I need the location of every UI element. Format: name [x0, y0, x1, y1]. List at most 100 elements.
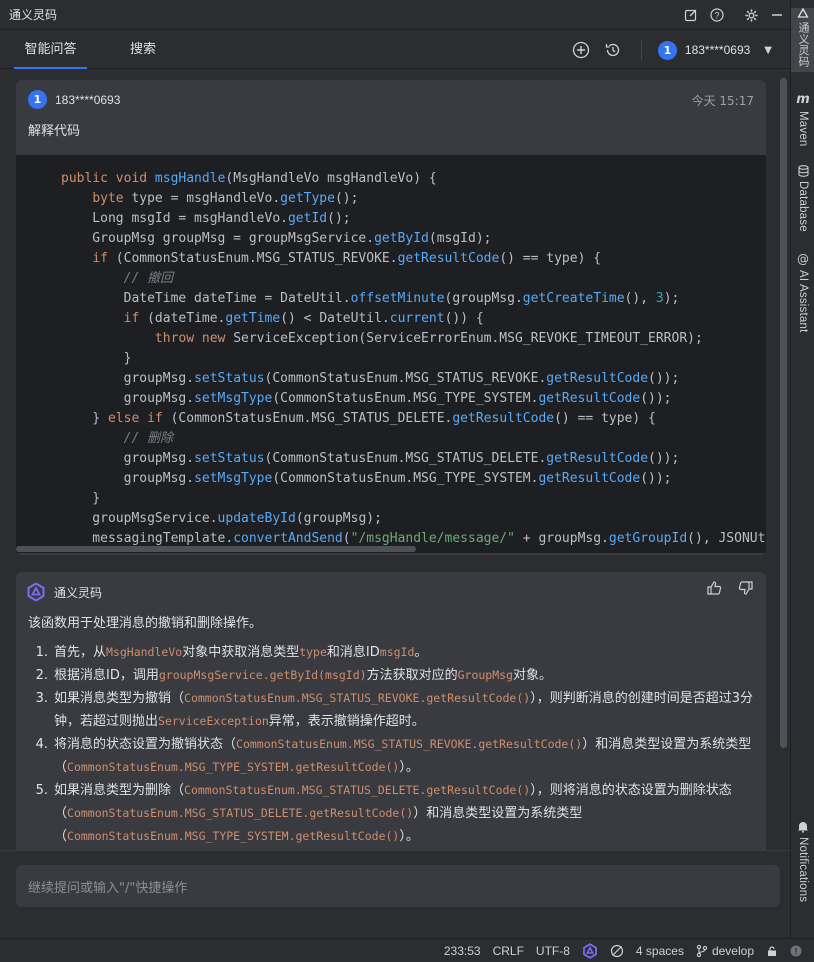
code-horizontal-scrollbar[interactable]: [16, 545, 766, 553]
inline-code: CommonStatusEnum.MSG_STATUS_DELETE.getRe…: [67, 806, 414, 820]
answer-text: 。: [414, 645, 428, 660]
chat-content[interactable]: 1 183****0693 今天 15:17 解释代码 public void …: [0, 70, 790, 850]
inline-code: CommonStatusEnum.MSG_STATUS_DELETE.getRe…: [184, 783, 531, 797]
sidebar-item-notifications[interactable]: Notifications: [791, 820, 814, 902]
sidebar-label: AI Assistant: [797, 270, 809, 333]
ai-name: 通义灵码: [54, 585, 103, 600]
inline-code: CommonStatusEnum.MSG_STATUS_REVOKE.getRe…: [184, 691, 531, 705]
svg-text:!: !: [795, 946, 798, 956]
ai-answer-item: 4. 将消息的状态设置为撤销状态（CommonStatusEnum.MSG_STA…: [36, 733, 756, 779]
sidebar-label: Notifications: [797, 837, 809, 903]
indent-setting[interactable]: 4 spaces: [636, 944, 684, 958]
ai-answer: 该函数用于处理消息的撤销和删除操作。 1. 首先，从MsgHandleVo对象中获…: [28, 612, 756, 850]
answer-text: 和消息ID: [326, 645, 380, 660]
thumbs-up-icon[interactable]: [706, 580, 722, 600]
answer-text: 方法获取对应的: [366, 668, 458, 683]
inline-code: msgId: [379, 645, 415, 659]
thumbs-down-icon[interactable]: [738, 580, 754, 600]
ai-answer-item: 1. 首先，从MsgHandleVo对象中获取消息类型type和消息IDmsgId…: [36, 641, 756, 664]
answer-text: 异常，表示撤销操作超时。: [268, 714, 425, 729]
git-branch-icon: [696, 944, 708, 957]
inline-code: CommonStatusEnum.MSG_TYPE_SYSTEM.getResu…: [67, 829, 400, 843]
answer-text: 对象。: [512, 668, 552, 683]
message-user-id: 183****0693: [55, 92, 121, 107]
window-title: 通义灵码: [9, 8, 58, 22]
user-message-card: 1 183****0693 今天 15:17 解释代码 public void …: [16, 80, 766, 555]
list-number: 1.: [35, 645, 48, 660]
inline-code: GroupMsg: [457, 668, 513, 682]
code-block[interactable]: public void msgHandle(MsgHandleVo msgHan…: [16, 155, 766, 553]
sidebar-item-ai-assistant[interactable]: @ AI Assistant: [791, 252, 814, 332]
inline-code: CommonStatusEnum.MSG_TYPE_SYSTEM.getResu…: [67, 760, 400, 774]
gear-icon[interactable]: [738, 0, 764, 30]
answer-text: 将消息的状态设置为撤销状态（: [54, 737, 237, 752]
chevron-down-icon[interactable]: ▼: [764, 45, 772, 56]
help-icon[interactable]: ?: [704, 0, 730, 30]
input-area: 继续提问或输入"/"快捷操作: [0, 850, 790, 918]
ai-answer-item: 5. 如果消息类型为删除（CommonStatusEnum.MSG_STATUS_…: [36, 779, 756, 848]
cursor-position[interactable]: 233:53: [444, 944, 481, 958]
git-branch-name: develop: [711, 943, 754, 958]
git-branch[interactable]: develop: [696, 944, 754, 958]
chat-input[interactable]: 继续提问或输入"/"快捷操作: [16, 865, 780, 907]
file-encoding[interactable]: UTF-8: [536, 944, 570, 958]
inline-code: MsgHandleVo: [106, 645, 183, 659]
minimize-icon[interactable]: [764, 0, 790, 30]
sidebar-label: Database: [797, 181, 809, 232]
list-number: 4.: [35, 737, 48, 752]
answer-text: ）。: [399, 829, 419, 844]
ai-intro: 该函数用于处理消息的撤销和删除操作。: [28, 616, 263, 631]
user-avatar: 1: [28, 90, 47, 109]
sidebar-item-database[interactable]: Database: [791, 165, 814, 232]
list-number: 5.: [35, 783, 48, 798]
title-bar: 通义灵码 ?: [0, 0, 790, 30]
sidebar-label: 通义灵码: [797, 22, 809, 67]
database-icon: [797, 165, 809, 177]
ai-answer-item: 3. 如果消息类型为撤销（CommonStatusEnum.MSG_STATUS_…: [36, 687, 756, 733]
ai-message-card: 通义灵码 该函数用于处理消息的撤销和删除操作。 1. 首先，从MsgHandleV…: [16, 572, 766, 850]
answer-text: 首先，从: [54, 645, 107, 660]
answer-text: 根据消息ID，调用: [54, 668, 159, 683]
status-bar: 233:53 CRLF UTF-8 4 spaces develop !: [0, 938, 814, 962]
answer-text: ）。: [399, 760, 419, 775]
ai-answer-item: 2. 根据消息ID，调用groupMsgService.getById(msgId…: [36, 664, 756, 687]
no-inspection-icon[interactable]: [610, 944, 624, 958]
list-number: 2.: [35, 668, 48, 683]
list-number: 3.: [35, 691, 48, 706]
user-avatar[interactable]: 1: [657, 40, 677, 60]
answer-text: 如果消息类型为删除（: [54, 783, 185, 798]
inline-code: ServiceException: [158, 714, 269, 728]
sidebar-label: Maven: [797, 111, 809, 147]
answer-text: 如果消息类型为撤销（: [54, 691, 185, 706]
ai-answer-list: 1. 首先，从MsgHandleVo对象中获取消息类型type和消息IDmsgId…: [28, 641, 756, 850]
tab-smart-qa[interactable]: 智能问答: [14, 31, 87, 69]
tongyi-icon: [797, 8, 809, 18]
maven-icon: m: [796, 92, 810, 107]
divider: [640, 40, 642, 60]
tab-search[interactable]: 搜索: [120, 31, 166, 69]
inline-code: CommonStatusEnum.MSG_STATUS_REVOKE.getRe…: [236, 737, 583, 751]
sidebar-item-maven[interactable]: m Maven: [791, 92, 814, 147]
right-tool-sidebar: 通义灵码 m Maven Database @ AI Assistant Not…: [790, 0, 814, 938]
tongyi-status-icon[interactable]: [582, 942, 598, 959]
inline-code: type: [299, 645, 327, 659]
vertical-scrollbar[interactable]: [780, 78, 787, 748]
line-separator[interactable]: CRLF: [493, 944, 524, 958]
sidebar-item-tongyi[interactable]: 通义灵码: [791, 8, 814, 72]
tongyi-logo-icon: [27, 582, 45, 602]
at-icon: @: [797, 252, 809, 266]
history-icon[interactable]: [601, 38, 625, 62]
plus-circle-icon[interactable]: [569, 38, 593, 62]
message-time: 今天 15:17: [691, 94, 754, 108]
warning-icon[interactable]: !: [790, 945, 802, 957]
edit-icon[interactable]: [678, 0, 704, 30]
lock-icon[interactable]: [766, 945, 778, 957]
tabs-bar: 智能问答 搜索 1 183****0693 ▼: [0, 31, 790, 69]
answer-text: 对象中获取消息类型: [182, 645, 300, 660]
svg-text:?: ?: [714, 11, 719, 21]
inline-code: groupMsgService.getById(msgId): [158, 668, 367, 682]
message-text: 解释代码: [28, 124, 81, 139]
code-content: public void msgHandle(MsgHandleVo msgHan…: [61, 171, 766, 553]
user-id[interactable]: 183****0693: [685, 43, 750, 57]
bell-icon: [798, 822, 808, 833]
